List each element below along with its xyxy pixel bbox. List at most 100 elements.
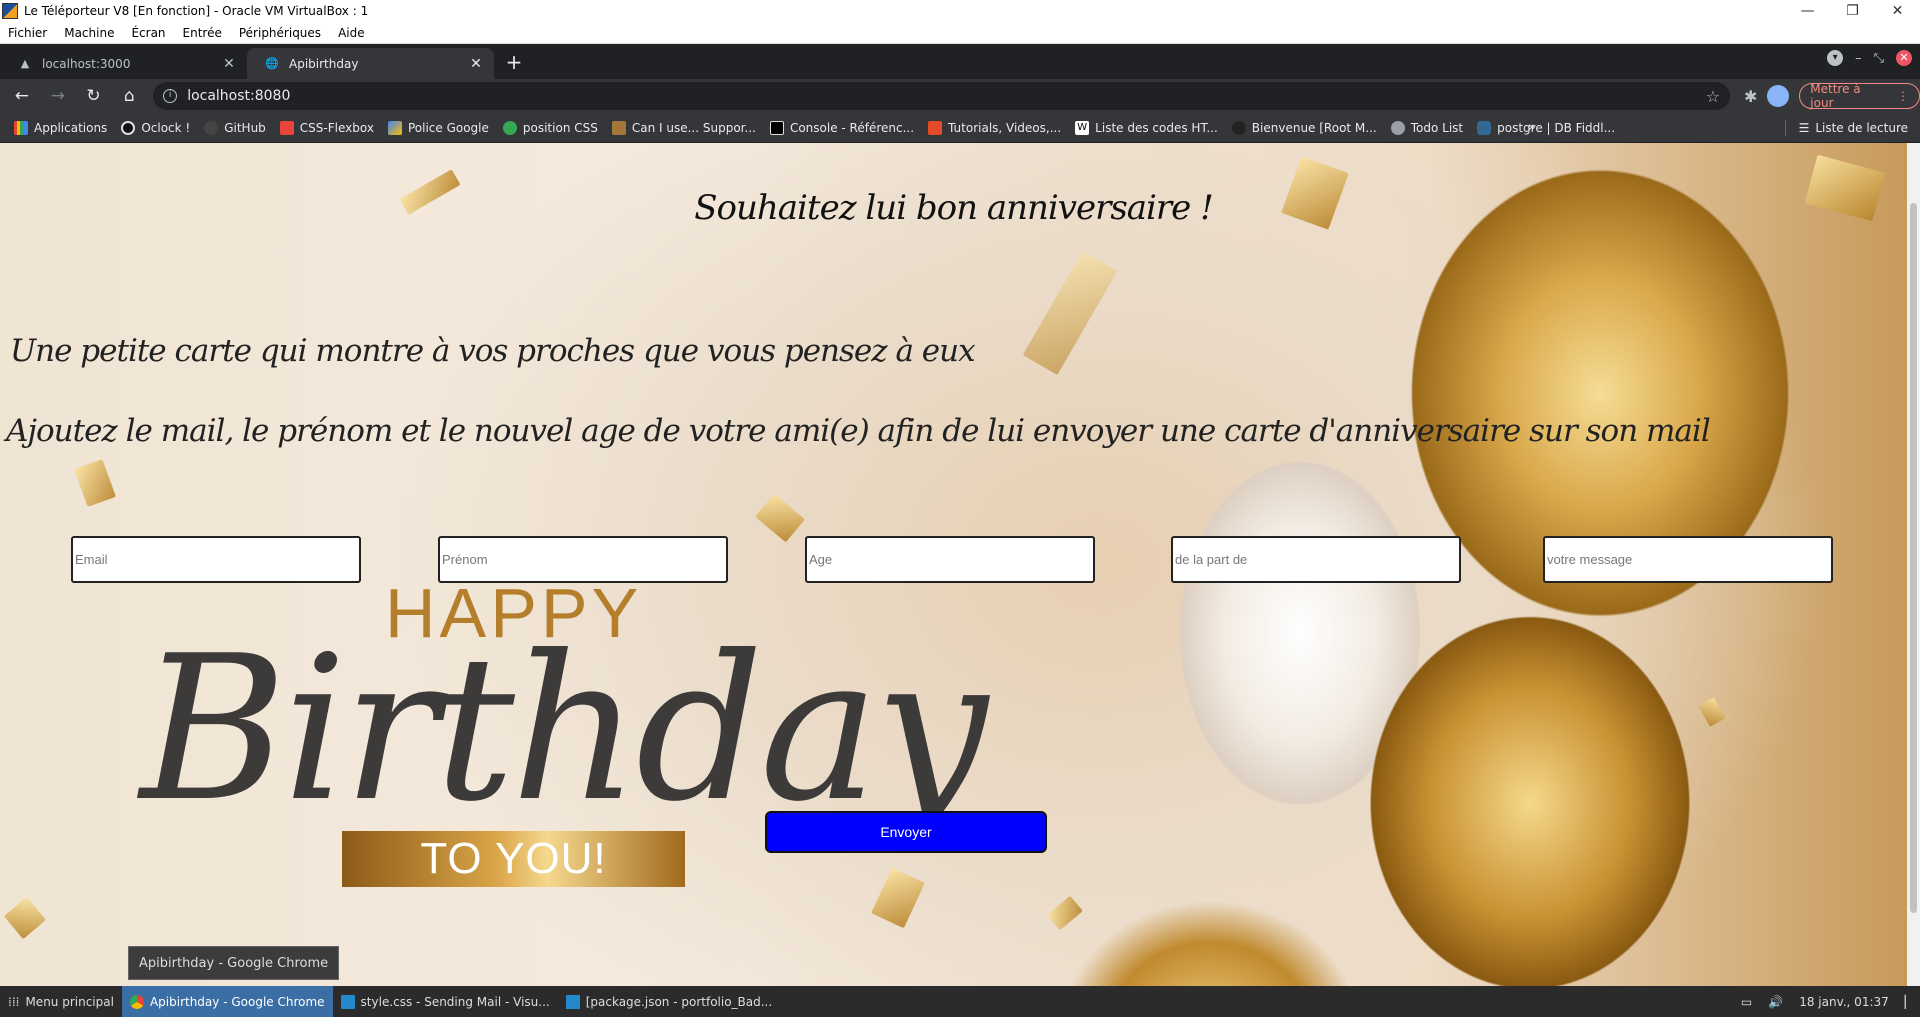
url-input[interactable] [187, 88, 1706, 104]
bookmark-css-flexbox[interactable]: CSS-Flexbox [279, 120, 374, 135]
bookmark-label: CSS-Flexbox [299, 120, 374, 135]
email-field[interactable] [71, 536, 361, 583]
menu-aide[interactable]: Aide [338, 26, 365, 40]
bookmark-position-css[interactable]: position CSS [502, 120, 598, 135]
volume-icon[interactable]: 🔊 [1768, 995, 1783, 1009]
bookmark-html-codes[interactable]: W Liste des codes HT... [1075, 120, 1218, 135]
taskbar-item-label: style.css - Sending Mail - Visu... [360, 994, 550, 1009]
bookmark-star-icon[interactable]: ☆ [1706, 87, 1720, 106]
globe-icon: 🌐 [265, 57, 279, 70]
confetti-decoration [871, 867, 925, 929]
bookmark-label: Applications [34, 120, 108, 135]
grid-menu-icon: ⁞⁞⁞ [8, 994, 20, 1009]
window-title: Le Téléporteur V8 [En fonction] - Oracle… [24, 4, 369, 18]
age-field[interactable] [805, 536, 1095, 583]
minimize-icon[interactable]: — [1785, 0, 1830, 22]
menu-fichier[interactable]: Fichier [8, 26, 47, 40]
system-tray: ▭ 🔊 18 janv., 01:37 ▏ [1741, 995, 1920, 1009]
info-icon[interactable]: i [163, 89, 178, 103]
menu-machine[interactable]: Machine [64, 26, 114, 40]
bookmark-tutorials[interactable]: Tutorials, Videos,... [928, 120, 1061, 135]
back-icon[interactable]: ← [8, 82, 36, 110]
display-icon[interactable]: ▭ [1741, 995, 1752, 1009]
bookmark-label: postgre | DB Fiddl... [1497, 120, 1616, 135]
virtualbox-menubar: Fichier Machine Écran Entrée Périphériqu… [0, 22, 1920, 44]
menu-peripheriques[interactable]: Périphériques [239, 26, 321, 40]
window-controls: — ❐ ✕ [1785, 0, 1920, 22]
taskbar-item-vscode-package[interactable]: [package.json - portfolio_Bad... [558, 986, 780, 1017]
tab-apibirthday[interactable]: 🌐 Apibirthday ✕ [247, 48, 494, 79]
page-scrollbar[interactable] [1907, 143, 1920, 986]
from-field[interactable] [1171, 536, 1461, 583]
confetti-decoration [1047, 895, 1083, 931]
tab-close-icon[interactable]: ✕ [221, 56, 237, 72]
confetti-decoration [1698, 697, 1726, 727]
chrome-icon [129, 994, 144, 1009]
home-icon[interactable]: ⌂ [115, 82, 143, 110]
confetti-decoration [1022, 251, 1118, 375]
github-icon [204, 120, 219, 135]
oclock-icon [121, 120, 136, 135]
w3schools-icon [928, 120, 943, 135]
tab-close-icon[interactable]: ✕ [468, 56, 484, 72]
bookmark-console-mdn[interactable]: Console - Référenc... [769, 120, 915, 135]
caniuse-icon [611, 120, 626, 135]
bookmark-police-google[interactable]: Police Google [387, 120, 489, 135]
forward-icon[interactable]: → [44, 82, 72, 110]
taskbar-item-chrome[interactable]: Apibirthday - Google Chrome [121, 986, 333, 1017]
tab-search-icon[interactable]: ▾ [1827, 50, 1844, 66]
chrome-minimize-icon[interactable]: – [1855, 51, 1862, 66]
menu-ecran[interactable]: Écran [131, 26, 165, 40]
profile-avatar[interactable] [1767, 85, 1790, 107]
show-desktop-icon[interactable]: ▏ [1905, 995, 1914, 1009]
clock[interactable]: 18 janv., 01:37 [1799, 995, 1889, 1009]
confetti-decoration [3, 896, 47, 940]
bookmark-oclock[interactable]: Oclock ! [121, 120, 191, 135]
tab-localhost-3000[interactable]: ▲ localhost:3000 ✕ [0, 48, 247, 79]
bookmark-caniuse[interactable]: Can I use... Suppor... [611, 120, 756, 135]
new-tab-icon[interactable]: + [500, 49, 528, 77]
bookmark-label: Console - Référenc... [789, 120, 915, 135]
to-you-banner: TO YOU! [342, 831, 685, 887]
update-button[interactable]: Mettre à jour ⋮ [1799, 82, 1920, 110]
bookmarks-more-icon[interactable]: » [1528, 120, 1536, 135]
vercel-triangle-icon: ▲ [20, 57, 30, 70]
more-menu-icon[interactable]: ⋮ [1897, 89, 1909, 103]
close-icon[interactable]: ✕ [1875, 0, 1920, 22]
menu-entree[interactable]: Entrée [183, 26, 222, 40]
bookmark-label: Oclock ! [141, 120, 191, 135]
vscode-icon [340, 994, 355, 1009]
chrome-window-controls: ▾ – ⤡ ✕ [1827, 50, 1912, 66]
message-field[interactable] [1543, 536, 1833, 583]
chrome-toolbar: ← → ↻ ⌂ i ☆ ✱ Mettre à jour ⋮ [0, 79, 1920, 113]
start-menu-label: Menu principal [25, 994, 114, 1009]
page-headline: Souhaitez lui bon anniversaire ! [694, 188, 1214, 228]
bookmark-root-me[interactable]: Bienvenue [Root M... [1231, 120, 1377, 135]
bookmark-github[interactable]: GitHub [204, 120, 266, 135]
reading-list-button[interactable]: ☰ Liste de lecture [1784, 113, 1908, 143]
scrollbar-thumb[interactable] [1910, 203, 1917, 913]
apps-grid-icon [14, 120, 28, 135]
bookmark-todo-list[interactable]: Todo List [1390, 120, 1464, 135]
bookmark-label: Todo List [1410, 120, 1464, 135]
chrome-close-icon[interactable]: ✕ [1896, 50, 1912, 66]
reload-icon[interactable]: ↻ [80, 82, 108, 110]
page-instructions-line: Ajoutez le mail, le prénom et le nouvel … [6, 413, 1711, 449]
address-bar[interactable]: i ☆ [153, 82, 1731, 110]
root-me-icon [1231, 120, 1246, 135]
restore-icon[interactable]: ❐ [1830, 0, 1875, 22]
taskbar-item-vscode-style[interactable]: style.css - Sending Mail - Visu... [333, 986, 558, 1017]
chrome-restore-icon[interactable]: ⤡ [1874, 51, 1884, 66]
bookmark-label: Can I use... Suppor... [631, 120, 756, 135]
wikipedia-icon: W [1075, 120, 1090, 135]
virtualbox-titlebar: Le Téléporteur V8 [En fonction] - Oracle… [0, 0, 1920, 22]
update-label: Mettre à jour [1810, 82, 1861, 110]
bookmark-postgre[interactable]: postgre | DB Fiddl... [1477, 120, 1616, 135]
start-menu-button[interactable]: ⁞⁞⁞ Menu principal [0, 986, 122, 1017]
bookmark-applications[interactable]: Applications [14, 120, 108, 135]
bookmark-label: Liste des codes HT... [1095, 120, 1218, 135]
position-css-icon [502, 120, 517, 135]
reading-list-label: Liste de lecture [1815, 121, 1908, 135]
extensions-icon[interactable]: ✱ [1744, 87, 1757, 106]
send-button[interactable]: Envoyer [765, 811, 1047, 853]
